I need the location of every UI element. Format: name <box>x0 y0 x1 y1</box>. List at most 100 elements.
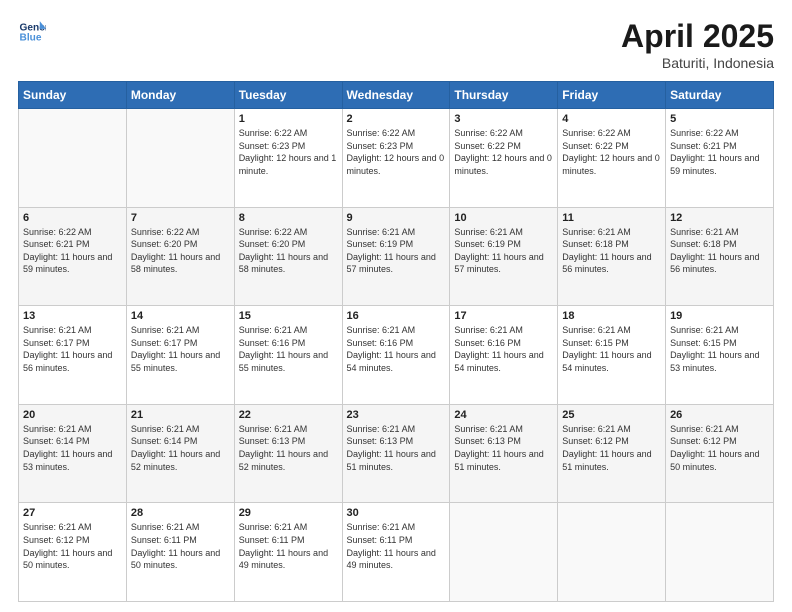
calendar-cell: 27 Sunrise: 6:21 AM Sunset: 6:12 PM Dayli… <box>19 503 127 602</box>
day-number: 6 <box>23 212 122 224</box>
day-info: Sunrise: 6:21 AM Sunset: 6:13 PM Dayligh… <box>347 423 446 473</box>
day-number: 2 <box>347 113 446 125</box>
day-number: 20 <box>23 409 122 421</box>
calendar-cell: 30 Sunrise: 6:21 AM Sunset: 6:11 PM Dayli… <box>342 503 450 602</box>
day-info: Sunrise: 6:22 AM Sunset: 6:20 PM Dayligh… <box>131 226 230 276</box>
day-number: 18 <box>562 310 661 322</box>
day-number: 17 <box>454 310 553 322</box>
day-info: Sunrise: 6:21 AM Sunset: 6:11 PM Dayligh… <box>131 521 230 571</box>
calendar-cell: 18Sunrise: 6:21 AM Sunset: 6:15 PM Dayli… <box>558 306 666 405</box>
day-number: 21 <box>131 409 230 421</box>
calendar-cell <box>450 503 558 602</box>
calendar-cell: 24Sunrise: 6:21 AM Sunset: 6:13 PM Dayli… <box>450 404 558 503</box>
calendar-cell: 12Sunrise: 6:21 AM Sunset: 6:18 PM Dayli… <box>666 207 774 306</box>
calendar-week-row: 1 Sunrise: 6:22 AM Sunset: 6:23 PM Daylig… <box>19 109 774 208</box>
weekday-header-row: SundayMondayTuesdayWednesdayThursdayFrid… <box>19 82 774 109</box>
calendar-week-row: 20 Sunrise: 6:21 AM Sunset: 6:14 PM Dayli… <box>19 404 774 503</box>
calendar-cell: 11 Sunrise: 6:21 AM Sunset: 6:18 PM Dayli… <box>558 207 666 306</box>
logo-icon: General Blue <box>18 18 46 46</box>
day-number: 25 <box>562 409 661 421</box>
day-info: Sunrise: 6:22 AM Sunset: 6:20 PM Dayligh… <box>239 226 338 276</box>
day-number: 16 <box>347 310 446 322</box>
weekday-header-saturday: Saturday <box>666 82 774 109</box>
day-info: Sunrise: 6:22 AM Sunset: 6:23 PM Dayligh… <box>347 127 446 177</box>
day-info: Sunrise: 6:21 AM Sunset: 6:19 PM Dayligh… <box>454 226 553 276</box>
calendar-cell: 20 Sunrise: 6:21 AM Sunset: 6:14 PM Dayli… <box>19 404 127 503</box>
day-info: Sunrise: 6:21 AM Sunset: 6:14 PM Dayligh… <box>131 423 230 473</box>
day-number: 8 <box>239 212 338 224</box>
day-number: 23 <box>347 409 446 421</box>
calendar-cell: 3Sunrise: 6:22 AM Sunset: 6:22 PM Daylig… <box>450 109 558 208</box>
day-info: Sunrise: 6:21 AM Sunset: 6:19 PM Dayligh… <box>347 226 446 276</box>
day-number: 13 <box>23 310 122 322</box>
day-number: 11 <box>562 212 661 224</box>
calendar-cell: 10 Sunrise: 6:21 AM Sunset: 6:19 PM Dayli… <box>450 207 558 306</box>
day-number: 7 <box>131 212 230 224</box>
day-number: 5 <box>670 113 769 125</box>
calendar-week-row: 6 Sunrise: 6:22 AM Sunset: 6:21 PM Daylig… <box>19 207 774 306</box>
day-number: 12 <box>670 212 769 224</box>
calendar-cell: 29 Sunrise: 6:21 AM Sunset: 6:11 PM Dayli… <box>234 503 342 602</box>
calendar-cell: 8 Sunrise: 6:22 AM Sunset: 6:20 PM Daylig… <box>234 207 342 306</box>
calendar-cell: 17 Sunrise: 6:21 AM Sunset: 6:16 PM Dayli… <box>450 306 558 405</box>
svg-text:Blue: Blue <box>20 33 42 44</box>
day-info: Sunrise: 6:21 AM Sunset: 6:17 PM Dayligh… <box>23 324 122 374</box>
day-number: 3 <box>454 113 553 125</box>
weekday-header-wednesday: Wednesday <box>342 82 450 109</box>
day-info: Sunrise: 6:22 AM Sunset: 6:22 PM Dayligh… <box>562 127 661 177</box>
calendar-cell <box>126 109 234 208</box>
day-info: Sunrise: 6:21 AM Sunset: 6:13 PM Dayligh… <box>454 423 553 473</box>
day-number: 29 <box>239 507 338 519</box>
day-number: 9 <box>347 212 446 224</box>
weekday-header-friday: Friday <box>558 82 666 109</box>
day-number: 26 <box>670 409 769 421</box>
day-info: Sunrise: 6:21 AM Sunset: 6:12 PM Dayligh… <box>562 423 661 473</box>
day-info: Sunrise: 6:21 AM Sunset: 6:18 PM Dayligh… <box>562 226 661 276</box>
day-number: 28 <box>131 507 230 519</box>
day-info: Sunrise: 6:21 AM Sunset: 6:11 PM Dayligh… <box>347 521 446 571</box>
calendar-cell: 21 Sunrise: 6:21 AM Sunset: 6:14 PM Dayli… <box>126 404 234 503</box>
calendar-cell: 25 Sunrise: 6:21 AM Sunset: 6:12 PM Dayli… <box>558 404 666 503</box>
weekday-header-tuesday: Tuesday <box>234 82 342 109</box>
day-info: Sunrise: 6:21 AM Sunset: 6:12 PM Dayligh… <box>670 423 769 473</box>
calendar-cell: 22Sunrise: 6:21 AM Sunset: 6:13 PM Dayli… <box>234 404 342 503</box>
page: General Blue April 2025 Baturiti, Indone… <box>0 0 792 612</box>
calendar-cell: 2 Sunrise: 6:22 AM Sunset: 6:23 PM Daylig… <box>342 109 450 208</box>
day-number: 27 <box>23 507 122 519</box>
day-info: Sunrise: 6:21 AM Sunset: 6:16 PM Dayligh… <box>239 324 338 374</box>
day-info: Sunrise: 6:22 AM Sunset: 6:23 PM Dayligh… <box>239 127 338 177</box>
day-info: Sunrise: 6:21 AM Sunset: 6:14 PM Dayligh… <box>23 423 122 473</box>
day-number: 14 <box>131 310 230 322</box>
calendar-cell <box>19 109 127 208</box>
header: General Blue April 2025 Baturiti, Indone… <box>18 18 774 71</box>
calendar-cell: 9 Sunrise: 6:21 AM Sunset: 6:19 PM Daylig… <box>342 207 450 306</box>
calendar-cell: 14 Sunrise: 6:21 AM Sunset: 6:17 PM Dayli… <box>126 306 234 405</box>
day-number: 4 <box>562 113 661 125</box>
weekday-header-sunday: Sunday <box>19 82 127 109</box>
day-info: Sunrise: 6:22 AM Sunset: 6:21 PM Dayligh… <box>23 226 122 276</box>
day-number: 1 <box>239 113 338 125</box>
day-number: 30 <box>347 507 446 519</box>
title-block: April 2025 Baturiti, Indonesia <box>621 18 774 71</box>
calendar-cell: 5 Sunrise: 6:22 AM Sunset: 6:21 PM Daylig… <box>666 109 774 208</box>
calendar-cell: 19 Sunrise: 6:21 AM Sunset: 6:15 PM Dayli… <box>666 306 774 405</box>
day-info: Sunrise: 6:21 AM Sunset: 6:15 PM Dayligh… <box>670 324 769 374</box>
calendar-cell: 6 Sunrise: 6:22 AM Sunset: 6:21 PM Daylig… <box>19 207 127 306</box>
day-info: Sunrise: 6:22 AM Sunset: 6:21 PM Dayligh… <box>670 127 769 177</box>
day-info: Sunrise: 6:21 AM Sunset: 6:12 PM Dayligh… <box>23 521 122 571</box>
day-info: Sunrise: 6:21 AM Sunset: 6:11 PM Dayligh… <box>239 521 338 571</box>
day-number: 10 <box>454 212 553 224</box>
calendar-week-row: 13 Sunrise: 6:21 AM Sunset: 6:17 PM Dayli… <box>19 306 774 405</box>
weekday-header-monday: Monday <box>126 82 234 109</box>
calendar-week-row: 27 Sunrise: 6:21 AM Sunset: 6:12 PM Dayli… <box>19 503 774 602</box>
calendar-cell: 13 Sunrise: 6:21 AM Sunset: 6:17 PM Dayli… <box>19 306 127 405</box>
calendar-cell <box>558 503 666 602</box>
calendar-cell: 26 Sunrise: 6:21 AM Sunset: 6:12 PM Dayli… <box>666 404 774 503</box>
page-subtitle: Baturiti, Indonesia <box>621 55 774 71</box>
day-info: Sunrise: 6:21 AM Sunset: 6:13 PM Dayligh… <box>239 423 338 473</box>
calendar-cell: 4 Sunrise: 6:22 AM Sunset: 6:22 PM Daylig… <box>558 109 666 208</box>
logo: General Blue <box>18 18 46 46</box>
day-info: Sunrise: 6:21 AM Sunset: 6:16 PM Dayligh… <box>454 324 553 374</box>
day-number: 19 <box>670 310 769 322</box>
day-info: Sunrise: 6:21 AM Sunset: 6:17 PM Dayligh… <box>131 324 230 374</box>
